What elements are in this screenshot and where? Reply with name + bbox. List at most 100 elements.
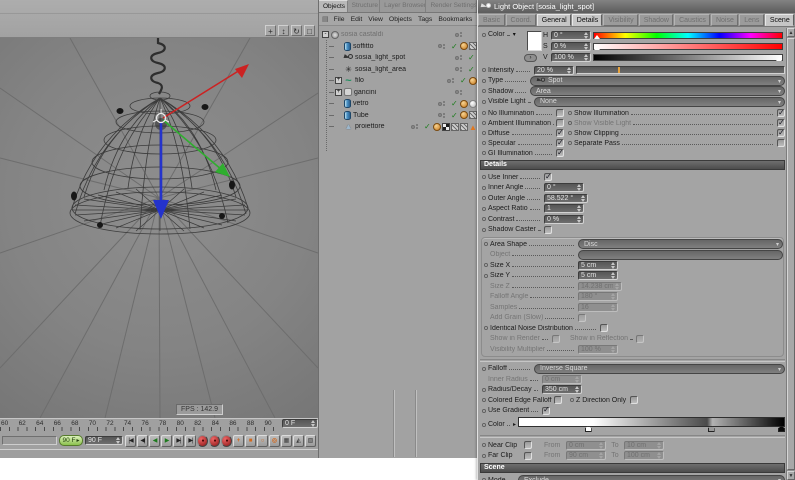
tag-icon[interactable] xyxy=(469,99,477,108)
attribute-tab[interactable]: Shadow xyxy=(638,14,674,26)
visibility-dots[interactable] xyxy=(411,124,424,130)
object-name[interactable]: sosia_light_spot xyxy=(355,54,455,61)
tree-row[interactable]: + filo xyxy=(319,75,477,87)
toggle-checkbox[interactable] xyxy=(556,148,564,157)
tree-row[interactable]: Tube xyxy=(319,110,477,122)
viewport-3d[interactable]: FPS : 142.9 xyxy=(0,38,318,418)
keyframe-position-toggle[interactable]: + xyxy=(233,434,244,447)
attribute-tab[interactable]: Caustics xyxy=(674,14,710,26)
rotate-icon[interactable]: ↻ xyxy=(291,25,302,36)
timeline-ruler[interactable]: 60 62 64 66 68 70 72 74 76 78 80 82 84 8… xyxy=(0,418,318,431)
colored-edge-checkbox[interactable] xyxy=(554,396,562,405)
intensity-field[interactable]: 20 % xyxy=(534,65,574,75)
toggle-checkbox[interactable] xyxy=(777,118,785,127)
visibility-multiplier-field[interactable]: 100 % xyxy=(578,344,618,354)
tag-icon[interactable] xyxy=(469,111,477,120)
chevron-down-icon[interactable] xyxy=(513,31,516,38)
value-field[interactable]: 100 % xyxy=(551,52,591,62)
enable-check-icon[interactable] xyxy=(451,111,460,120)
far-clip-from-field[interactable]: 90 cm xyxy=(566,451,606,461)
scroll-down-arrow[interactable]: ▼ xyxy=(787,471,795,480)
window-menu-icon[interactable]: ▤ xyxy=(322,15,329,23)
object-name[interactable]: filo xyxy=(355,77,447,84)
size-z-field[interactable]: 14.238 cm xyxy=(578,281,622,291)
mode-dropdown[interactable]: Exclude xyxy=(518,475,785,480)
keyframe-scale-toggle[interactable]: ■ xyxy=(245,434,256,447)
next-frame-button[interactable]: ▶| xyxy=(173,434,184,447)
identical-noise-checkbox[interactable] xyxy=(600,324,608,333)
expander-toggle[interactable]: - xyxy=(322,31,329,39)
play-forward-button[interactable]: ▶ xyxy=(161,434,172,447)
outer-angle-field[interactable]: 58.522 ° xyxy=(544,193,588,203)
attribute-tab[interactable]: Basic xyxy=(478,14,505,26)
object-name[interactable]: sosia_light_area xyxy=(355,66,455,73)
attributes-scrollbar[interactable]: ▲ ▼ xyxy=(786,28,795,480)
current-frame-field[interactable]: 90 F xyxy=(85,436,123,445)
menu-item[interactable]: Tags xyxy=(418,16,432,23)
radius-decay-field[interactable]: 350 cm xyxy=(542,385,582,395)
visibility-dots[interactable] xyxy=(455,55,468,61)
timeline-slider-handle[interactable]: 90 F xyxy=(59,435,83,446)
scroll-up-arrow[interactable]: ▲ xyxy=(787,28,795,37)
attributes-title-bar[interactable]: Light Object [sosia_light_spot] xyxy=(478,0,795,13)
contrast-field[interactable]: 0 % xyxy=(544,214,584,224)
object-name[interactable]: vetro xyxy=(353,100,438,107)
play-backward-button[interactable]: ◀ xyxy=(149,434,160,447)
expander-toggle[interactable]: + xyxy=(335,88,342,96)
size-y-field[interactable]: 5 cm xyxy=(578,271,618,281)
tag-icon[interactable] xyxy=(460,99,468,108)
color-swatch[interactable] xyxy=(527,31,542,51)
pla-toggle[interactable]: ▦ xyxy=(281,434,292,447)
record-active-objects-button[interactable]: ● xyxy=(197,434,208,447)
tree-row[interactable]: soffitto xyxy=(319,41,477,53)
keyframe-parameter-toggle[interactable]: ◎ xyxy=(269,434,280,447)
prev-frame-button[interactable]: ◀| xyxy=(137,434,148,447)
manager-tab[interactable]: Render Settings xyxy=(426,0,477,12)
tree-row[interactable]: vetro xyxy=(319,98,477,110)
manager-tab[interactable]: Structure xyxy=(347,0,381,12)
near-clip-from-field[interactable]: 0 cm xyxy=(566,440,606,450)
attribute-tab[interactable]: Noise xyxy=(710,14,739,26)
far-clip-checkbox[interactable] xyxy=(524,451,532,460)
object-link-field[interactable] xyxy=(578,249,783,260)
enable-check-icon[interactable] xyxy=(468,65,477,74)
falloff-dropdown[interactable]: Inverse Square xyxy=(534,363,785,374)
area-shape-dropdown[interactable]: Disc xyxy=(578,239,783,250)
keyframe-rotation-toggle[interactable]: ○ xyxy=(257,434,268,447)
object-name[interactable]: soffitto xyxy=(353,43,438,50)
object-name[interactable]: sosia castaldi xyxy=(341,31,455,38)
visibility-dots[interactable] xyxy=(438,43,451,49)
saturation-slider[interactable] xyxy=(593,42,783,50)
enable-check-icon[interactable] xyxy=(460,76,469,85)
shadow-dropdown[interactable]: Area xyxy=(530,86,785,97)
size-x-field[interactable]: 5 cm xyxy=(578,260,618,270)
record-keyframe-button[interactable]: ● xyxy=(209,434,220,447)
hue-slider[interactable] xyxy=(593,31,783,39)
type-dropdown[interactable]: Spot xyxy=(530,75,785,86)
color-picker-expand-button[interactable] xyxy=(524,54,537,62)
maximize-icon[interactable]: □ xyxy=(304,25,315,36)
toggle-checkbox[interactable] xyxy=(556,119,564,127)
expander-toggle[interactable]: + xyxy=(335,77,342,85)
tag-icon[interactable] xyxy=(469,42,477,51)
tag-icon[interactable] xyxy=(442,122,450,131)
viewport-canvas[interactable] xyxy=(0,38,318,418)
near-clip-checkbox[interactable] xyxy=(524,441,532,450)
menu-item[interactable]: Edit xyxy=(351,16,363,23)
visibility-dots[interactable] xyxy=(455,89,468,95)
toggle-checkbox[interactable] xyxy=(777,128,785,137)
tag-icon[interactable] xyxy=(460,122,468,131)
z-direction-checkbox[interactable] xyxy=(630,396,638,405)
saturation-field[interactable]: 0 % xyxy=(551,41,591,51)
tree-row[interactable]: proiettore xyxy=(319,121,477,133)
attribute-tab[interactable]: General xyxy=(536,14,571,26)
tag-icon[interactable] xyxy=(469,123,477,131)
inner-angle-field[interactable]: 0 ° xyxy=(544,183,584,193)
sound-toggle[interactable]: ◭ xyxy=(293,434,304,447)
ruler-frame-field[interactable]: 0 F xyxy=(282,419,318,428)
hue-field[interactable]: 0 ° xyxy=(551,30,591,40)
manager-tab[interactable]: Layer Browser xyxy=(380,0,427,12)
shadow-caster-checkbox[interactable] xyxy=(544,225,552,234)
attribute-tab[interactable]: Scene xyxy=(764,14,794,26)
enable-check-icon[interactable] xyxy=(468,53,477,62)
